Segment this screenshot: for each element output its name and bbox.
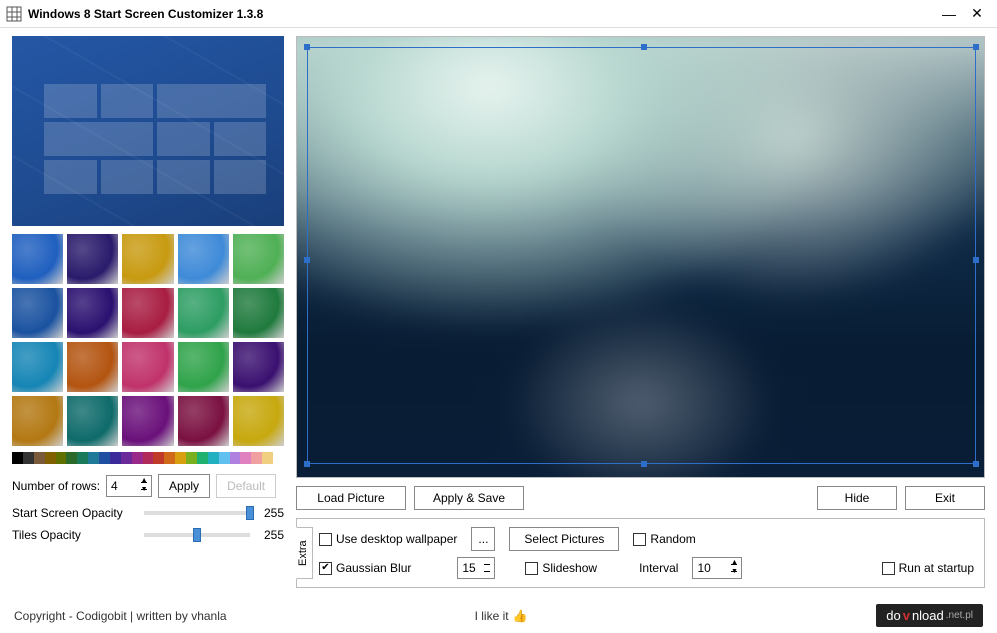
footer: Copyright - Codigobit | written by vhanl… [14,604,983,627]
extra-tab-label[interactable]: Extra [296,527,313,579]
picture-preview[interactable] [296,36,985,478]
color-swatch[interactable] [88,452,99,464]
minimize-button[interactable]: — [935,4,963,24]
color-swatch[interactable] [251,452,262,464]
load-picture-button[interactable]: Load Picture [296,486,406,510]
color-swatch[interactable] [164,452,175,464]
theme-swatch[interactable] [178,396,229,446]
color-swatch[interactable] [12,452,23,464]
color-swatch[interactable] [143,452,154,464]
start-opacity-row: Start Screen Opacity 255 [12,506,284,520]
theme-swatch[interactable] [233,396,284,446]
random-checkbox[interactable]: Random [633,532,695,546]
theme-swatch[interactable] [122,342,173,392]
color-swatch[interactable] [240,452,251,464]
rows-row: Number of rows: 4▲▼ Apply Default [12,474,284,498]
titlebar: Windows 8 Start Screen Customizer 1.3.8 … [0,0,997,28]
rows-label: Number of rows: [12,479,100,493]
close-button[interactable]: ✕ [963,4,991,24]
interval-input[interactable]: 10▲▼ [692,557,742,579]
hide-button[interactable]: Hide [817,486,897,510]
theme-swatch[interactable] [178,288,229,338]
thumbs-up-icon: 👍 [513,609,528,623]
default-rows-button: Default [216,474,276,498]
theme-swatch[interactable] [233,234,284,284]
copyright-text: Copyright - Codigobit | written by vhanl… [14,609,227,623]
action-row: Load Picture Apply & Save Hide Exit [296,486,985,510]
color-swatch[interactable] [262,452,273,464]
tiles-opacity-value: 255 [264,528,284,542]
color-swatch[interactable] [99,452,110,464]
exit-button[interactable]: Exit [905,486,985,510]
theme-swatch[interactable] [122,288,173,338]
download-badge[interactable]: dovnload.net.pl [876,604,983,627]
color-swatch[interactable] [153,452,164,464]
theme-swatch[interactable] [122,396,173,446]
run-at-startup-checkbox[interactable]: Run at startup [882,561,974,575]
gaussian-value-input[interactable]: 15 [457,557,495,579]
color-swatch[interactable] [34,452,45,464]
color-swatch[interactable] [208,452,219,464]
theme-swatch[interactable] [233,342,284,392]
color-swatch[interactable] [230,452,241,464]
color-swatch[interactable] [186,452,197,464]
selection-rect[interactable] [307,47,976,464]
slideshow-checkbox[interactable]: Slideshow [525,561,597,575]
theme-swatch[interactable] [67,234,118,284]
color-swatch[interactable] [66,452,77,464]
desktop-wallpaper-checkbox[interactable]: Use desktop wallpaper [319,532,457,546]
theme-swatch[interactable] [12,396,63,446]
browse-button[interactable]: ... [471,527,495,551]
theme-swatch[interactable] [12,288,63,338]
left-panel: Number of rows: 4▲▼ Apply Default Start … [12,36,284,588]
color-swatch[interactable] [219,452,230,464]
tiles-opacity-slider[interactable] [144,533,250,537]
tiles-opacity-label: Tiles Opacity [12,528,130,542]
right-panel: Load Picture Apply & Save Hide Exit Extr… [296,36,985,588]
color-swatch[interactable] [132,452,143,464]
rows-input[interactable]: 4▲▼ [106,475,152,497]
apply-rows-button[interactable]: Apply [158,474,210,498]
color-swatch[interactable] [77,452,88,464]
theme-swatch[interactable] [178,234,229,284]
theme-swatch[interactable] [12,342,63,392]
theme-swatch[interactable] [178,342,229,392]
start-opacity-value: 255 [264,506,284,520]
window-title: Windows 8 Start Screen Customizer 1.3.8 [28,7,935,21]
theme-swatch[interactable] [67,396,118,446]
gaussian-blur-checkbox[interactable]: ✔Gaussian Blur [319,561,411,575]
color-swatch[interactable] [56,452,67,464]
start-opacity-slider[interactable] [144,511,250,515]
interval-label: Interval [639,561,678,575]
color-swatch[interactable] [175,452,186,464]
color-swatch[interactable] [110,452,121,464]
main: Number of rows: 4▲▼ Apply Default Start … [0,28,997,588]
theme-swatch[interactable] [233,288,284,338]
color-swatch[interactable] [121,452,132,464]
theme-swatch[interactable] [67,342,118,392]
color-swatch[interactable] [45,452,56,464]
color-bar[interactable] [12,452,284,464]
theme-swatch[interactable] [12,234,63,284]
theme-swatch-grid [12,234,284,446]
select-pictures-button[interactable]: Select Pictures [509,527,619,551]
theme-swatch[interactable] [122,234,173,284]
tiles-opacity-row: Tiles Opacity 255 [12,528,284,542]
apply-save-button[interactable]: Apply & Save [414,486,524,510]
start-screen-preview [12,36,284,226]
color-swatch[interactable] [23,452,34,464]
color-swatch[interactable] [273,452,284,464]
start-opacity-label: Start Screen Opacity [12,506,130,520]
color-swatch[interactable] [197,452,208,464]
app-icon [6,6,22,22]
like-button[interactable]: I like it 👍 [475,609,528,623]
extra-panel: Extra Use desktop wallpaper ... Select P… [296,518,985,588]
theme-swatch[interactable] [67,288,118,338]
